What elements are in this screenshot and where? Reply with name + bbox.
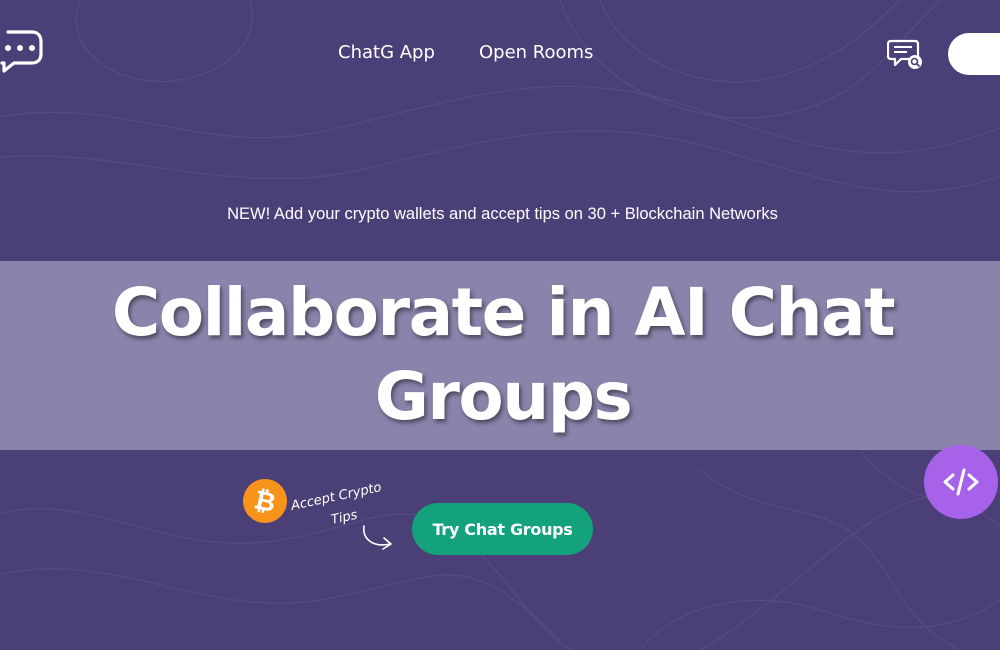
hero-title-line-2: Groups (374, 358, 633, 435)
main-nav: ChatG App Open Rooms (0, 42, 1000, 66)
bitcoin-icon: ₿ (243, 479, 287, 523)
announcement-text: NEW! Add your crypto wallets and accept … (227, 205, 778, 223)
code-icon (943, 468, 979, 496)
hand-drawn-arrow (363, 525, 391, 546)
hero-title: Collaborate in AI Chat Groups (0, 271, 1000, 439)
accept-crypto-tips-note: Accept Crypto Tips (290, 480, 392, 550)
crypto-note-line-1: Accept Crypto (290, 480, 383, 514)
crypto-note-line-2: Tips (330, 508, 359, 528)
top-right-pill-button[interactable] (948, 33, 1000, 75)
nav-link-open-rooms[interactable]: Open Rooms (479, 42, 593, 63)
try-chat-groups-button[interactable]: Try Chat Groups (412, 503, 593, 555)
hero-title-line-1: Collaborate in AI Chat (111, 274, 896, 351)
nav-link-chatg-app[interactable]: ChatG App (338, 42, 435, 63)
code-fab-button[interactable] (924, 445, 998, 519)
chat-search-icon[interactable] (887, 38, 925, 72)
